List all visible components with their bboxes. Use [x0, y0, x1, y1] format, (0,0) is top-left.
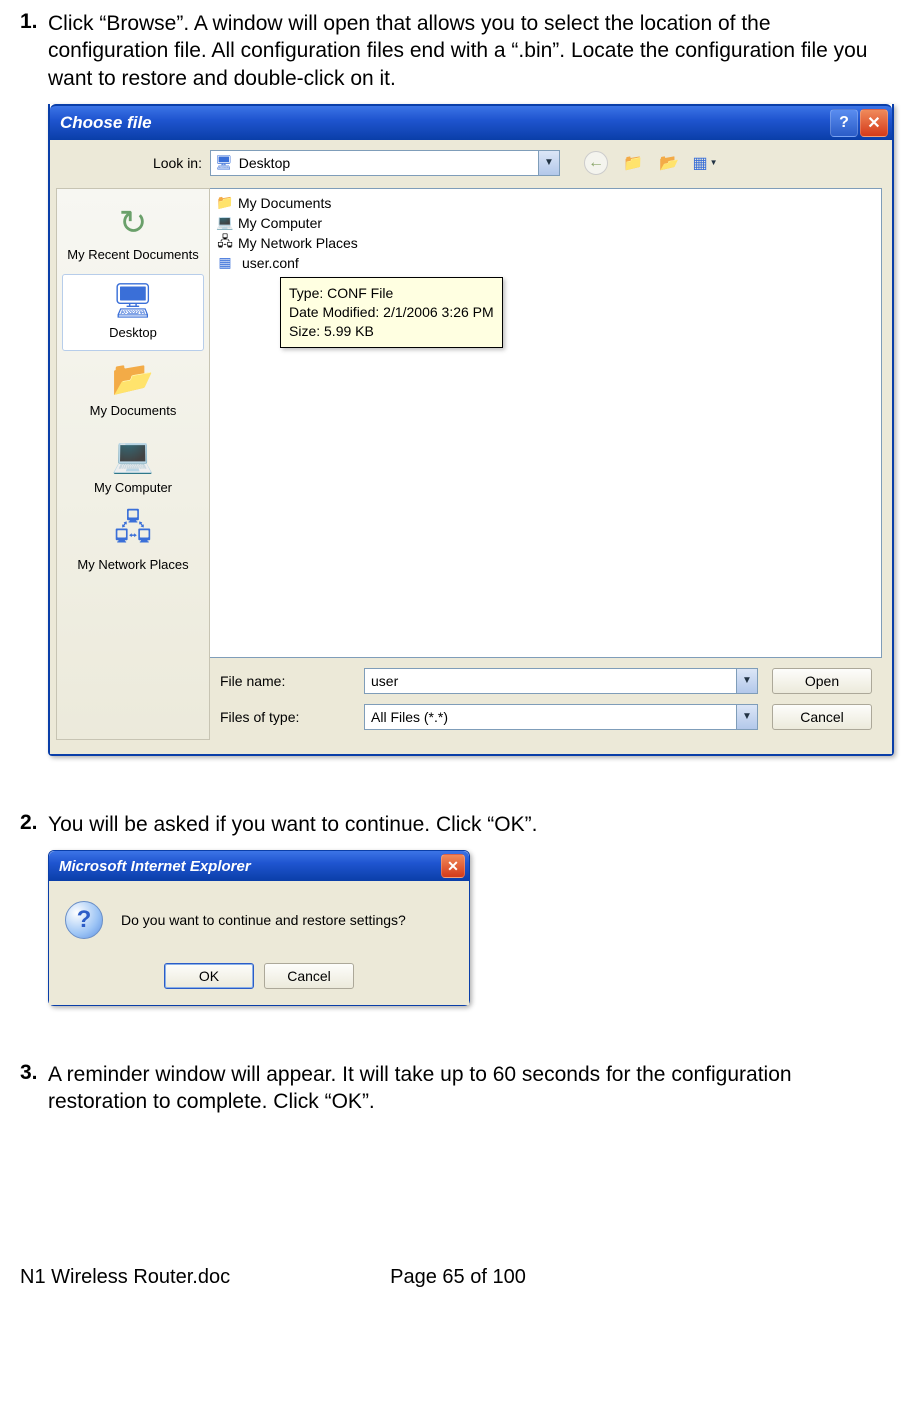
place-recent[interactable]: ↻ My Recent Documents [63, 197, 203, 272]
cancel-button[interactable]: Cancel [772, 704, 872, 730]
file-item-mydocs[interactable]: 📁 My Documents [214, 193, 877, 213]
close-button[interactable]: ✕ [441, 854, 465, 878]
question-icon: ? [65, 901, 103, 939]
dialog-title: Choose file [60, 113, 152, 133]
dropdown-arrow-icon[interactable]: ▼ [538, 151, 559, 175]
file-list[interactable]: 📁 My Documents 💻 My Computer 🖧 My Networ… [210, 188, 882, 658]
file-item-label: My Documents [238, 195, 331, 211]
step-3-number: 3. [20, 1061, 48, 1116]
lookin-value: Desktop [239, 155, 290, 171]
step-1-text: Click “Browse”. A window will open that … [48, 10, 896, 92]
view-icon: ▦ [692, 153, 707, 173]
view-menu-button[interactable]: ▦▼ [694, 152, 716, 174]
step-2: 2. You will be asked if you want to cont… [20, 811, 896, 838]
cancel-button[interactable]: Cancel [264, 963, 354, 989]
filename-value: user [371, 673, 398, 689]
lookin-label: Look in: [136, 155, 202, 171]
filename-input[interactable]: user ▼ [364, 668, 758, 694]
confirm-titlebar: Microsoft Internet Explorer ✕ [49, 851, 469, 881]
up-folder-button[interactable]: 📁 [622, 152, 644, 174]
footer-page: Page 65 of 100 [312, 1266, 604, 1289]
step-1: 1. Click “Browse”. A window will open th… [20, 10, 896, 92]
file-item-mynet[interactable]: 🖧 My Network Places [214, 233, 877, 253]
file-item-label-selected: user.conf [238, 255, 303, 271]
conf-file-icon: ▦ [216, 254, 234, 271]
new-folder-icon: 📂 [659, 153, 679, 173]
footer-doc-name: N1 Wireless Router.doc [20, 1266, 312, 1289]
back-button[interactable]: ← [584, 151, 608, 175]
place-desktop[interactable]: 🖥 Desktop [62, 274, 204, 351]
place-computer[interactable]: 💻 My Computer [63, 430, 203, 505]
up-folder-icon: 📁 [623, 153, 643, 173]
filetype-label: Files of type: [210, 709, 350, 725]
close-icon: ✕ [447, 858, 459, 875]
desktop-place-icon: 🖥 [110, 281, 156, 321]
file-item-label: My Network Places [238, 235, 358, 251]
ok-button[interactable]: OK [164, 963, 254, 989]
back-arrow-icon: ← [588, 154, 604, 172]
network-small-icon: 🖧 [216, 231, 234, 255]
file-tooltip: Type: CONF File Date Modified: 2/1/2006 … [280, 277, 503, 348]
place-documents[interactable]: 📂 My Documents [63, 353, 203, 428]
file-item-mycomp[interactable]: 💻 My Computer [214, 213, 877, 233]
step-3-text: A reminder window will appear. It will t… [48, 1061, 896, 1116]
confirm-message: Do you want to continue and restore sett… [121, 912, 406, 928]
close-icon: ✕ [867, 113, 880, 133]
filename-label: File name: [210, 673, 350, 689]
new-folder-button[interactable]: 📂 [658, 152, 680, 174]
choose-file-dialog: Choose file ? ✕ Look in: 🖥 Desktop ▼ ← 📁 [48, 104, 894, 756]
lookin-dropdown[interactable]: 🖥 Desktop ▼ [210, 150, 560, 176]
place-desktop-label: Desktop [63, 325, 203, 340]
place-recent-label: My Recent Documents [63, 247, 203, 262]
page-footer: N1 Wireless Router.doc Page 65 of 100 [20, 1266, 896, 1289]
computer-small-icon: 💻 [216, 214, 234, 231]
network-icon: 🖧 [110, 513, 156, 553]
folder-icon: 📁 [216, 194, 234, 211]
chevron-down-icon: ▼ [710, 158, 718, 167]
confirm-title: Microsoft Internet Explorer [59, 858, 251, 875]
recent-icon: ↻ [110, 203, 156, 243]
filetype-dropdown[interactable]: All Files (*.*) ▼ [364, 704, 758, 730]
dialog-titlebar: Choose file ? ✕ [50, 104, 892, 140]
open-button[interactable]: Open [772, 668, 872, 694]
place-docs-label: My Documents [63, 403, 203, 418]
place-network[interactable]: 🖧 My Network Places [63, 507, 203, 582]
tooltip-line-2: Date Modified: 2/1/2006 3:26 PM [289, 303, 494, 322]
file-item-label: My Computer [238, 215, 322, 231]
filetype-value: All Files (*.*) [371, 709, 448, 725]
step-2-number: 2. [20, 811, 48, 838]
step-3: 3. A reminder window will appear. It wil… [20, 1061, 896, 1116]
tooltip-line-3: Size: 5.99 KB [289, 322, 494, 341]
place-net-label: My Network Places [63, 557, 203, 572]
documents-icon: 📂 [110, 359, 156, 399]
step-1-number: 1. [20, 10, 48, 92]
place-comp-label: My Computer [63, 480, 203, 495]
file-item-userconf[interactable]: ▦ user.conf [214, 253, 328, 273]
desktop-icon: 🖥 [215, 154, 233, 171]
help-button[interactable]: ? [830, 109, 858, 137]
dropdown-arrow-icon[interactable]: ▼ [736, 669, 757, 693]
close-button[interactable]: ✕ [860, 109, 888, 137]
step-2-text: You will be asked if you want to continu… [48, 811, 896, 838]
places-bar: ↻ My Recent Documents 🖥 Desktop 📂 My Doc… [56, 188, 210, 740]
confirm-dialog: Microsoft Internet Explorer ✕ ? Do you w… [48, 850, 470, 1006]
dropdown-arrow-icon[interactable]: ▼ [736, 705, 757, 729]
computer-icon: 💻 [110, 436, 156, 476]
tooltip-line-1: Type: CONF File [289, 284, 494, 303]
